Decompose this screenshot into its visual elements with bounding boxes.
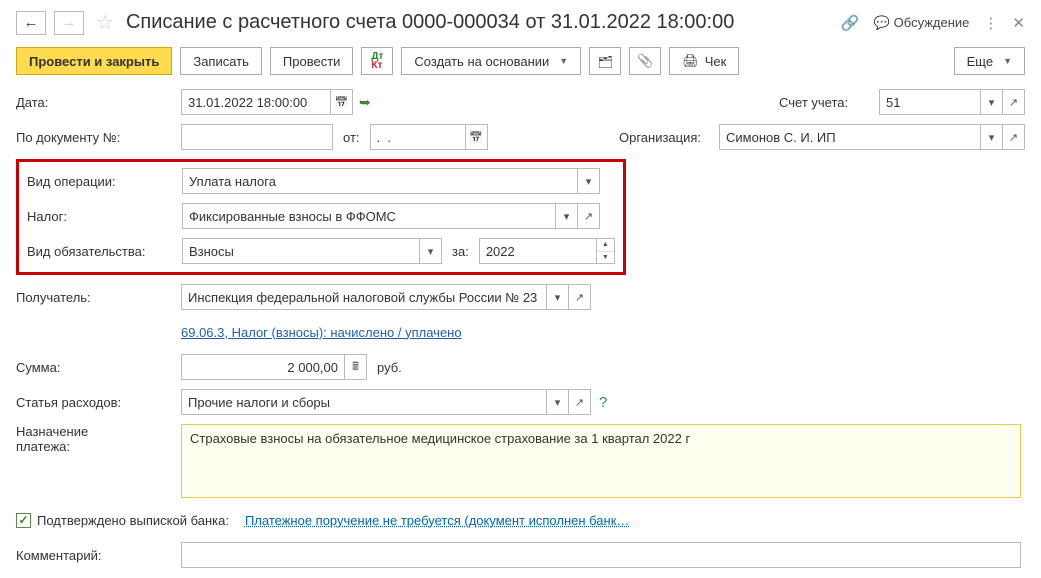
cheque-label: Чек xyxy=(705,54,727,69)
expense-label: Статья расходов: xyxy=(16,395,181,410)
close-icon[interactable]: ✕ xyxy=(1012,14,1025,32)
optype-label: Вид операции: xyxy=(27,174,182,189)
related-docs-button[interactable] xyxy=(589,47,621,75)
highlighted-block: Вид операции: ▾ Налог: ▾ ↗ Вид обязатель… xyxy=(16,159,626,275)
org-dropdown-button[interactable]: ▾ xyxy=(981,124,1003,150)
discuss-label: Обсуждение xyxy=(894,15,970,30)
tax-open-button[interactable]: ↗ xyxy=(578,203,600,229)
expense-input[interactable] xyxy=(181,389,547,415)
favorite-star-icon[interactable]: ☆ xyxy=(96,10,114,35)
page-title: Списание с расчетного счета 0000-000034 … xyxy=(126,11,833,34)
sum-input[interactable] xyxy=(181,354,345,380)
date-input[interactable] xyxy=(181,89,331,115)
account-label: Счет учета: xyxy=(779,95,879,110)
tax-dropdown-button[interactable]: ▾ xyxy=(556,203,578,229)
obligation-dropdown-button[interactable]: ▾ xyxy=(420,238,442,264)
post-and-close-button[interactable]: Провести и закрыть xyxy=(16,47,172,75)
calendar-icon xyxy=(469,131,483,144)
dt-kt-button[interactable]: ДтКт xyxy=(361,47,393,75)
calendar-icon xyxy=(335,96,349,109)
docfrom-input[interactable] xyxy=(370,124,466,150)
org-open-button[interactable]: ↗ xyxy=(1003,124,1025,150)
more-button[interactable]: Еще ▼ xyxy=(954,47,1025,75)
discuss-button[interactable]: 💬 Обсуждение xyxy=(873,15,969,31)
from-label: от: xyxy=(343,130,360,145)
sum-calc-button[interactable]: 🖩 xyxy=(345,354,367,380)
chevron-down-icon: ▼ xyxy=(1003,56,1012,66)
chevron-down-icon: ▼ xyxy=(559,56,568,66)
date-label: Дата: xyxy=(16,95,181,110)
for-label: за: xyxy=(452,244,469,259)
create-based-label: Создать на основании xyxy=(414,54,549,69)
chat-icon: 💬 xyxy=(873,15,889,31)
org-label: Организация: xyxy=(619,130,719,145)
more-menu-icon[interactable]: ⋮ xyxy=(983,14,998,32)
obligation-input[interactable] xyxy=(182,238,420,264)
purpose-label: Назначение платежа: xyxy=(16,424,181,454)
dtkt-icon: ДтКт xyxy=(371,52,383,70)
cheque-button[interactable]: Чек xyxy=(669,47,739,75)
post-button[interactable]: Провести xyxy=(270,47,354,75)
nav-back-button[interactable]: ← xyxy=(16,11,46,35)
spin-down-icon[interactable]: ▼ xyxy=(597,252,614,264)
account-open-button[interactable]: ↗ xyxy=(1003,89,1025,115)
date-calendar-button[interactable] xyxy=(331,89,353,115)
currency-label: руб. xyxy=(377,360,402,375)
form: Дата: ➥ Счет учета: ▾ ↗ По документу №: … xyxy=(16,89,1025,568)
toolbar: Провести и закрыть Записать Провести ДтК… xyxy=(16,47,1025,75)
spin-up-icon[interactable]: ▲ xyxy=(597,239,614,252)
purpose-textarea[interactable] xyxy=(181,424,1021,498)
date-extra-button[interactable]: ➥ xyxy=(359,94,371,111)
account-dropdown-button[interactable]: ▾ xyxy=(981,89,1003,115)
save-button[interactable]: Записать xyxy=(180,47,262,75)
attach-button[interactable] xyxy=(629,47,661,75)
recipient-open-button[interactable]: ↗ xyxy=(569,284,591,310)
help-icon[interactable]: ? xyxy=(599,394,607,411)
docfrom-calendar-button[interactable] xyxy=(466,124,488,150)
comment-label: Комментарий: xyxy=(16,548,181,563)
recipient-input[interactable] xyxy=(181,284,547,310)
year-spinner[interactable]: ▲▼ xyxy=(597,238,615,264)
bydoc-label: По документу №: xyxy=(16,130,181,145)
payorder-note-link[interactable]: Платежное поручение не требуется (докуме… xyxy=(245,513,629,528)
recipient-dropdown-button[interactable]: ▾ xyxy=(547,284,569,310)
more-label: Еще xyxy=(967,54,993,69)
printer-icon xyxy=(682,53,699,69)
optype-dropdown-button[interactable]: ▾ xyxy=(578,168,600,194)
obligation-label: Вид обязательства: xyxy=(27,244,182,259)
tax-input[interactable] xyxy=(182,203,556,229)
account-correspondence-link[interactable]: 69.06.3, Налог (взносы): начислено / упл… xyxy=(181,325,462,340)
link-icon[interactable]: 🔗 xyxy=(841,14,860,32)
confirmed-checkbox[interactable]: ✓ xyxy=(16,513,31,528)
sum-label: Сумма: xyxy=(16,360,181,375)
comment-input[interactable] xyxy=(181,542,1021,568)
confirmed-label: Подтверждено выпиской банка: xyxy=(37,513,229,528)
org-input[interactable] xyxy=(719,124,981,150)
tax-label: Налог: xyxy=(27,209,182,224)
expense-open-button[interactable]: ↗ xyxy=(569,389,591,415)
optype-input[interactable] xyxy=(182,168,578,194)
account-input[interactable] xyxy=(879,89,981,115)
paperclip-icon xyxy=(637,53,653,69)
recipient-label: Получатель: xyxy=(16,290,181,305)
expense-dropdown-button[interactable]: ▾ xyxy=(547,389,569,415)
create-based-on-button[interactable]: Создать на основании ▼ xyxy=(401,47,581,75)
year-input[interactable] xyxy=(479,238,597,264)
nav-forward-button[interactable]: → xyxy=(54,11,84,35)
related-icon xyxy=(598,54,613,69)
header: ← → ☆ Списание с расчетного счета 0000-0… xyxy=(16,10,1025,35)
docno-input[interactable] xyxy=(181,124,333,150)
